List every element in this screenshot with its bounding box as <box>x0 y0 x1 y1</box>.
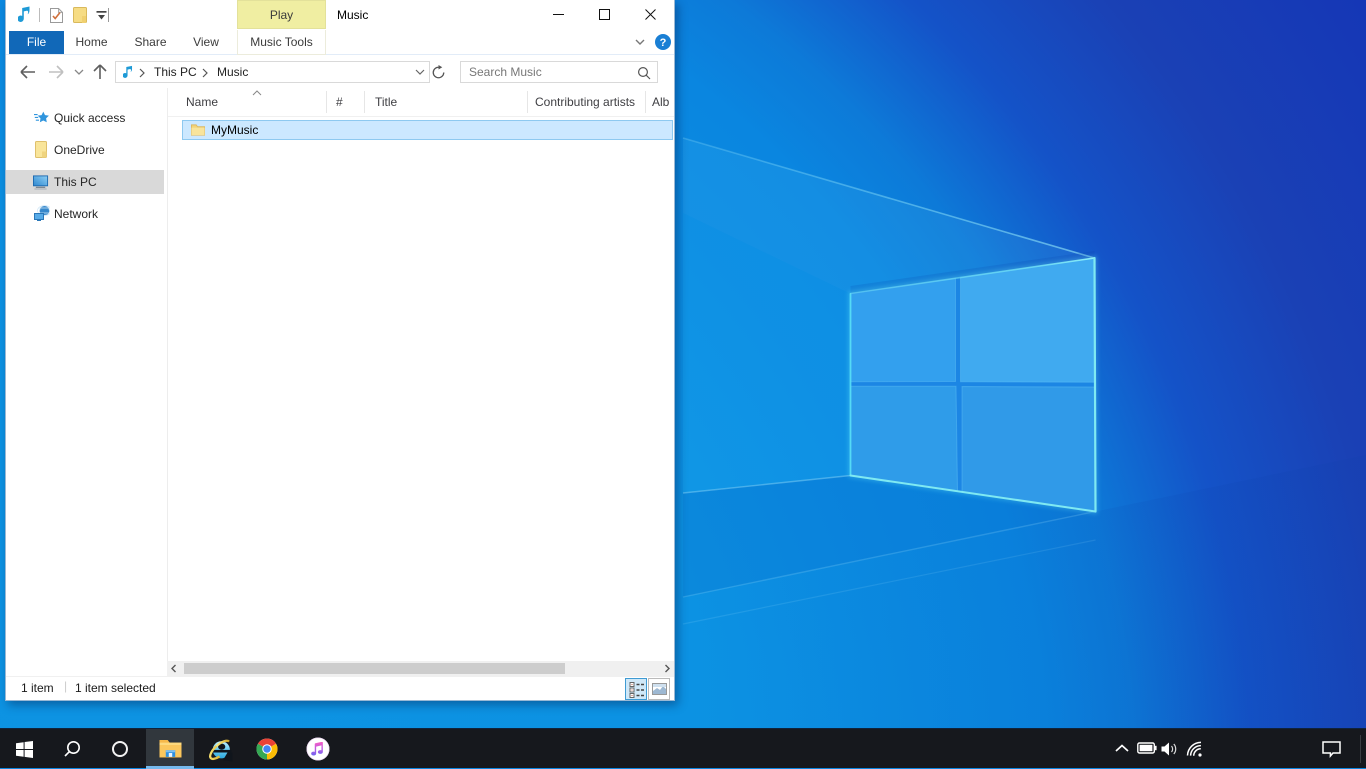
svg-text:?: ? <box>660 37 667 49</box>
